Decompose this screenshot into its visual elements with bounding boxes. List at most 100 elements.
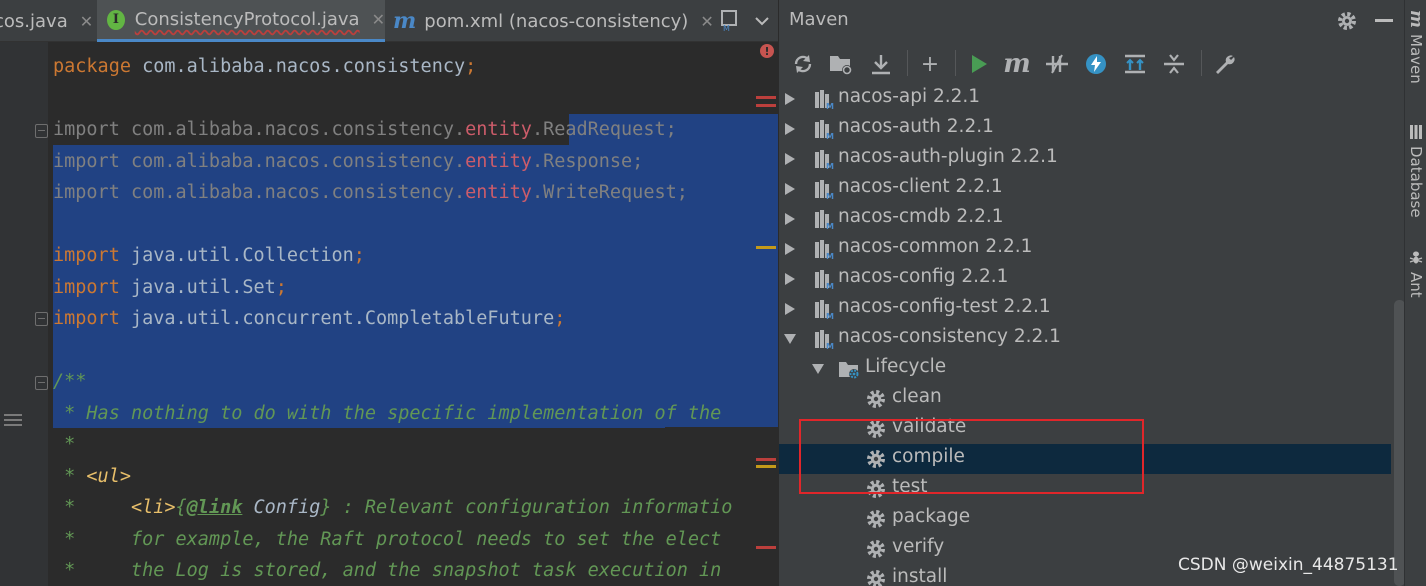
svg-text:M: M: [826, 282, 834, 290]
close-icon[interactable]: ✕: [372, 10, 385, 29]
maven-projects-tree[interactable]: Mnacos-api 2.2.1 Mnacos-auth 2.2.1 Mnacos-…: [779, 84, 1405, 586]
fold-icon[interactable]: [35, 124, 48, 138]
maven-module-icon: M: [813, 328, 835, 351]
settings-wrench-icon[interactable]: [1211, 50, 1239, 78]
tab-label: cos.java: [0, 10, 68, 32]
tree-item-module[interactable]: Mnacos-auth 2.2.1: [779, 114, 1391, 144]
expand-arrow-down-icon[interactable]: [784, 334, 796, 344]
maven-toolbar: + m: [779, 42, 1405, 84]
skip-tests-icon[interactable]: [1082, 50, 1110, 78]
expand-arrow-right-icon[interactable]: [785, 273, 795, 285]
tree-item-module[interactable]: Mnacos-config 2.2.1: [779, 264, 1391, 294]
expand-arrow-right-icon[interactable]: [785, 93, 795, 105]
structure-lines-icon[interactable]: [4, 414, 22, 428]
tab-consistency-protocol-java[interactable]: I ConsistencyProtocol.java ✕: [97, 0, 385, 42]
code-line: import java.util.concurrent.CompletableF…: [53, 308, 566, 329]
download-icon[interactable]: [867, 50, 895, 78]
tree-item-label: nacos-cmdb 2.2.1: [838, 206, 1004, 227]
chevron-down-icon[interactable]: [748, 0, 776, 42]
tree-item-label: nacos-auth-plugin 2.2.1: [838, 146, 1058, 167]
tree-item-goal-package[interactable]: package: [779, 504, 1391, 534]
code-line: import java.util.Collection;: [53, 245, 365, 266]
code-line: /**: [53, 371, 87, 392]
add-folder-icon[interactable]: [827, 50, 855, 78]
tree-item-label: nacos-config-test 2.2.1: [838, 296, 1051, 317]
expand-arrow-right-icon[interactable]: [785, 303, 795, 315]
tree-item-module[interactable]: Mnacos-common 2.2.1: [779, 234, 1391, 264]
error-marker[interactable]: [756, 458, 776, 461]
tree-item-module[interactable]: Mnacos-auth-plugin 2.2.1: [779, 144, 1391, 174]
tree-item-module[interactable]: Mnacos-cmdb 2.2.1: [779, 204, 1391, 234]
error-indicator-icon[interactable]: !: [760, 44, 774, 58]
svg-text:M: M: [826, 312, 834, 320]
side-tab-label: Database: [1407, 146, 1425, 218]
plus-icon[interactable]: +: [916, 50, 944, 78]
tab-pom-xml[interactable]: m pom.xml (nacos-consistency) ✕: [393, 0, 714, 42]
expand-arrow-right-icon[interactable]: [785, 213, 795, 225]
editor-gutter[interactable]: [0, 42, 48, 586]
maven-module-icon: M: [721, 10, 737, 33]
tree-item-label: clean: [892, 386, 942, 407]
gear-icon: [865, 538, 887, 560]
code-area[interactable]: package com.alibaba.nacos.consistency; i…: [53, 42, 778, 586]
error-marker[interactable]: [756, 546, 776, 549]
tree-item-label: nacos-auth 2.2.1: [838, 116, 994, 137]
maven-module-icon: M: [813, 268, 835, 291]
tree-item-module[interactable]: Mnacos-api 2.2.1: [779, 84, 1391, 114]
error-marker[interactable]: [756, 104, 776, 107]
maven-goal-icon[interactable]: m: [1003, 49, 1031, 79]
tab-maven-module[interactable]: M: [712, 0, 748, 42]
ant-side-tab[interactable]: Ant: [1405, 250, 1426, 298]
expand-arrow-right-icon[interactable]: [785, 243, 795, 255]
run-icon[interactable]: [965, 50, 993, 78]
tree-item-label: nacos-client 2.2.1: [838, 176, 1003, 197]
tree-item-label: nacos-consistency 2.2.1: [838, 326, 1061, 347]
expand-arrow-right-icon[interactable]: [785, 183, 795, 195]
fold-icon[interactable]: [35, 312, 48, 326]
maven-side-tab[interactable]: m Maven: [1405, 10, 1426, 84]
code-line: import com.alibaba.nacos.consistency.ent…: [53, 151, 644, 172]
tree-item-label: nacos-common 2.2.1: [838, 236, 1033, 257]
code-line: * Has nothing to do with the specific im…: [53, 403, 722, 424]
code-line: *: [53, 434, 76, 455]
maven-module-icon: M: [813, 208, 835, 231]
tree-item-module[interactable]: Mnacos-consistency 2.2.1: [779, 324, 1391, 354]
tree-item-module[interactable]: Mnacos-config-test 2.2.1: [779, 294, 1391, 324]
maven-module-icon: M: [813, 88, 835, 111]
expand-arrow-down-icon[interactable]: [812, 364, 824, 374]
svg-text:M: M: [826, 252, 834, 260]
warning-marker[interactable]: [756, 465, 776, 468]
show-dependencies-icon[interactable]: [1121, 50, 1149, 78]
gear-icon: [865, 388, 887, 410]
warning-marker[interactable]: [756, 246, 776, 249]
lifecycle-folder-icon: [838, 358, 860, 380]
side-tab-label: Maven: [1407, 34, 1425, 84]
expand-arrow-right-icon[interactable]: [785, 123, 795, 135]
code-editor[interactable]: cos.java ✕ I ConsistencyProtocol.java ✕ …: [0, 0, 778, 586]
refresh-icon[interactable]: [789, 50, 817, 78]
database-side-tab[interactable]: Database: [1405, 124, 1426, 218]
error-marker[interactable]: [756, 96, 776, 99]
tree-item-lifecycle[interactable]: Lifecycle: [779, 354, 1391, 384]
collapse-all-icon[interactable]: [1160, 50, 1188, 78]
tree-item-label: Lifecycle: [865, 356, 947, 377]
gear-icon: [865, 508, 887, 530]
tree-item-label: package: [892, 506, 971, 527]
tree-item-module[interactable]: Mnacos-client 2.2.1: [779, 174, 1391, 204]
tree-item-goal-clean[interactable]: clean: [779, 384, 1391, 414]
tree-item-label: verify: [892, 536, 945, 557]
toolbar-separator: [907, 50, 908, 76]
svg-text:M: M: [826, 192, 834, 200]
minimize-icon[interactable]: [1375, 19, 1393, 22]
gear-icon[interactable]: [1335, 9, 1359, 33]
tree-item-label: install: [892, 566, 948, 586]
maven-m-icon: m: [393, 8, 417, 34]
expand-arrow-right-icon[interactable]: [785, 153, 795, 165]
maven-module-icon: M: [813, 298, 835, 321]
close-icon[interactable]: ✕: [80, 12, 93, 31]
right-tool-strip: m Maven Database Ant: [1404, 0, 1426, 586]
toggle-offline-icon[interactable]: [1043, 50, 1071, 78]
maven-header: Maven: [779, 0, 1405, 42]
tab-cos-java[interactable]: cos.java ✕: [0, 0, 93, 42]
fold-icon[interactable]: [35, 376, 48, 390]
